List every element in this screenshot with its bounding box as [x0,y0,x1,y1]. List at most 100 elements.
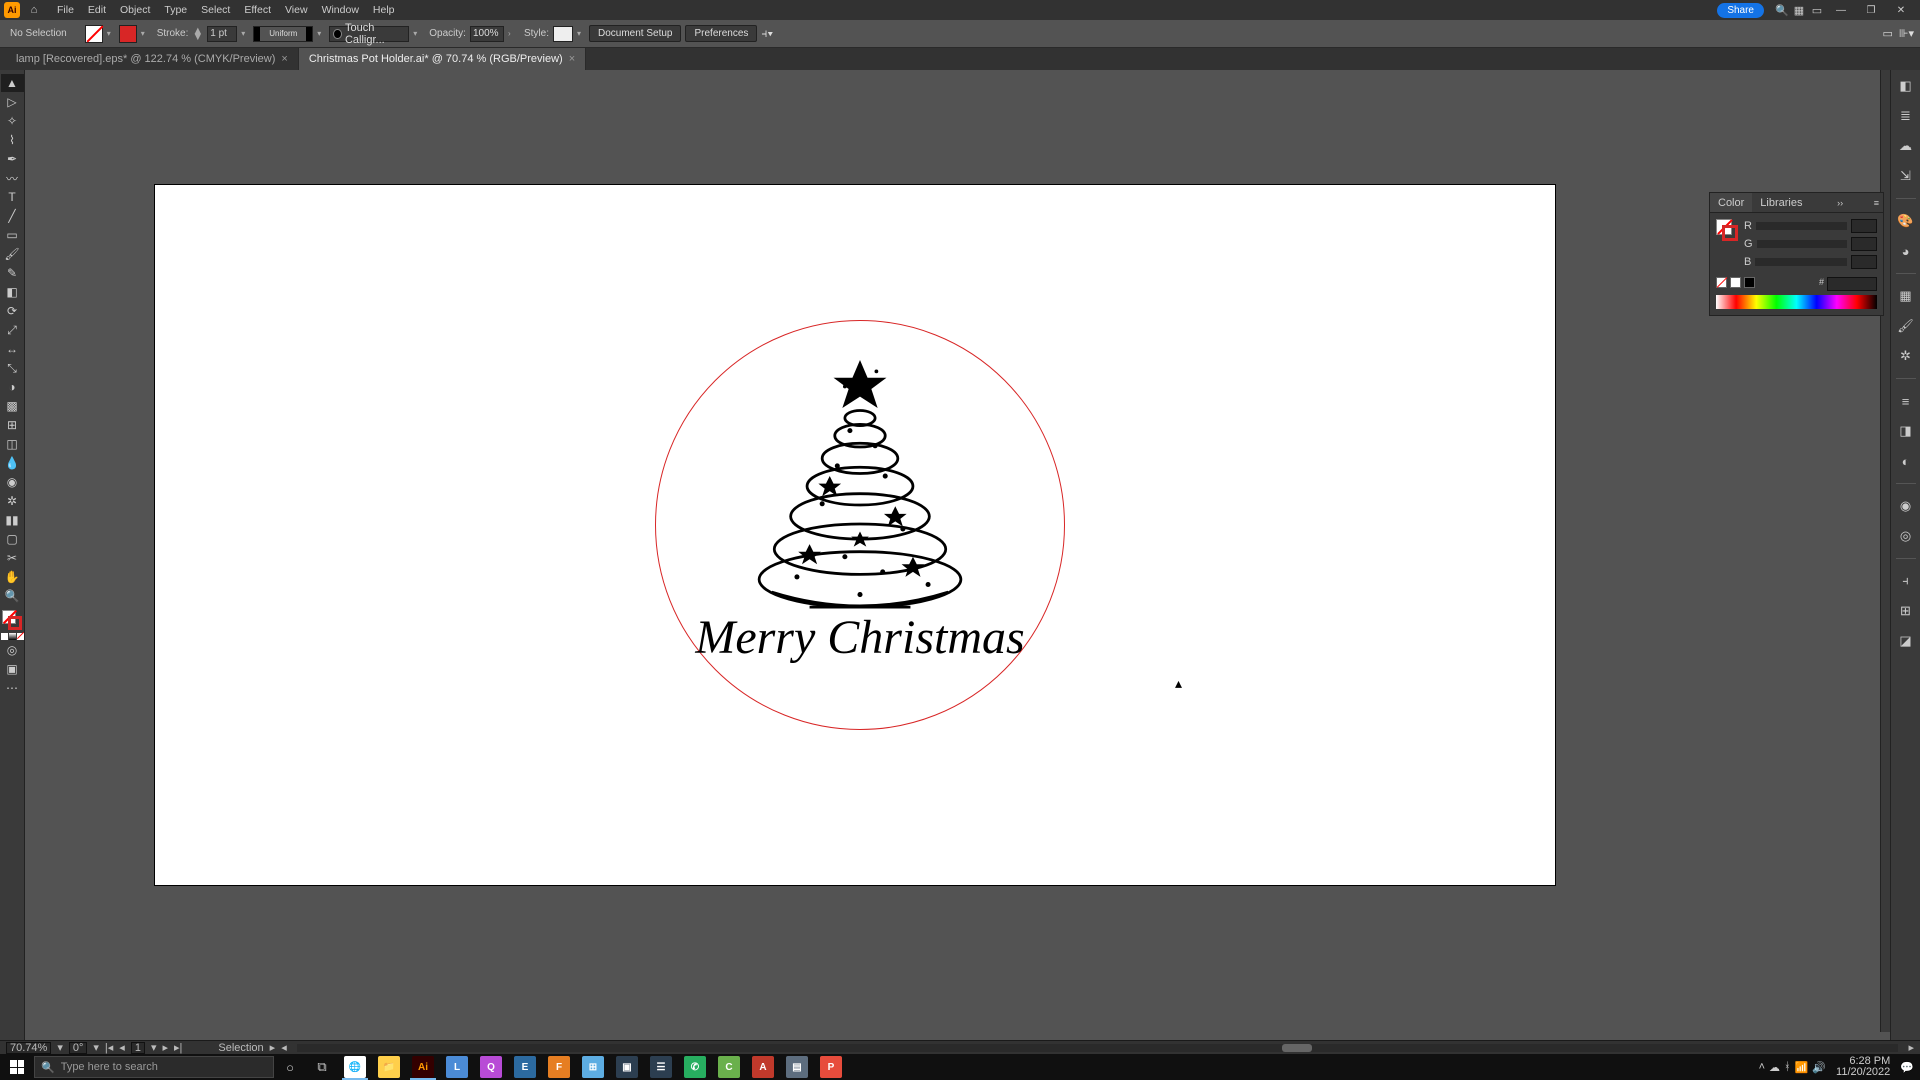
rotation-dropdown-icon[interactable]: ▾ [93,1041,99,1054]
horizontal-scrollbar[interactable] [297,1044,1899,1052]
home-icon[interactable]: ⌂ [26,2,42,18]
window-close-icon[interactable]: ✕ [1886,5,1916,16]
screen-mode-icon[interactable]: ▣ [1,660,24,678]
color-mode-row[interactable] [1,633,24,640]
brush-dropdown-icon[interactable]: ▾ [413,29,421,38]
slice-tool[interactable]: ✂ [1,549,24,567]
zoom-level-input[interactable]: 70.74% [6,1042,51,1054]
taskbar-app[interactable]: ▣ [610,1054,644,1080]
align-panel-icon[interactable]: ⫞ [1896,571,1916,591]
magic-wand-tool[interactable]: ✧ [1,112,24,130]
document-tab[interactable]: lamp [Recovered].eps* @ 122.74 % (CMYK/P… [6,48,299,70]
panel-fill-stroke-indicator[interactable] [1716,219,1738,241]
symbol-sprayer-tool[interactable]: ✲ [1,492,24,510]
line-segment-tool[interactable]: ╱ [1,207,24,225]
color-panel-icon[interactable]: 🎨 [1896,211,1916,231]
panel-menu-icon[interactable]: ≡ [1870,198,1883,208]
taskbar-app-explorer[interactable]: 📁 [372,1054,406,1080]
eyedropper-tool[interactable]: 💧 [1,454,24,472]
layers-panel-icon[interactable]: ≣ [1896,106,1916,126]
hscroll-left-icon[interactable]: ◂ [281,1041,287,1054]
taskbar-app[interactable]: ▤ [780,1054,814,1080]
symbols-panel-icon[interactable]: ✲ [1896,346,1916,366]
b-value-input[interactable] [1851,255,1877,269]
cortana-icon[interactable]: ○ [274,1054,306,1080]
menu-object[interactable]: Object [113,4,157,16]
r-value-input[interactable] [1851,219,1877,233]
task-view-icon[interactable]: ⧉ [306,1054,338,1080]
search-icon[interactable]: 🔍 [1772,4,1790,17]
curvature-tool[interactable]: 〰 [1,169,24,187]
taskbar-app[interactable]: ⊞ [576,1054,610,1080]
tray-volume-icon[interactable]: 🔊 [1812,1061,1826,1074]
rectangle-tool[interactable]: ▭ [1,226,24,244]
eraser-tool[interactable]: ◧ [1,283,24,301]
g-slider[interactable] [1757,240,1847,248]
artboard-first-icon[interactable]: |◂ [105,1041,113,1054]
taskbar-app[interactable]: L [440,1054,474,1080]
lasso-tool[interactable]: ⌇ [1,131,24,149]
gradient-panel-icon[interactable]: ◨ [1896,421,1916,441]
zoom-dropdown-icon[interactable]: ▾ [57,1041,63,1054]
taskbar-app[interactable]: C [712,1054,746,1080]
zoom-tool[interactable]: 🔍 [1,587,24,605]
tray-overflow-icon[interactable]: ˄ [1759,1061,1765,1073]
status-menu-icon[interactable]: ▸ [270,1041,276,1054]
workspace-switcher-icon[interactable]: ▭ [1808,4,1826,17]
tab-close-icon[interactable]: × [569,53,575,65]
document-setup-button[interactable]: Document Setup [589,25,682,42]
style-dropdown-icon[interactable]: ▾ [577,29,585,38]
none-swatch-icon[interactable] [1716,277,1727,288]
taskbar-app[interactable]: Q [474,1054,508,1080]
asset-export-panel-icon[interactable]: ⇲ [1896,166,1916,186]
hand-tool[interactable]: ✋ [1,568,24,586]
shape-builder-tool[interactable]: ◑ [1,378,24,396]
artboard-prev-icon[interactable]: ◂ [119,1041,125,1054]
preferences-button[interactable]: Preferences [685,25,757,42]
draw-mode-icon[interactable]: ◎ [1,641,24,659]
document-tab[interactable]: Christmas Pot Holder.ai* @ 70.74 % (RGB/… [299,48,586,70]
taskbar-app[interactable]: P [814,1054,848,1080]
taskbar-app[interactable]: ☰ [644,1054,678,1080]
scale-tool[interactable]: ⤢ [1,321,24,339]
tray-notifications-icon[interactable]: 💬 [1900,1061,1914,1074]
opacity-input[interactable]: 100% [470,26,504,42]
menu-type[interactable]: Type [157,4,194,16]
menu-help[interactable]: Help [366,4,402,16]
color-panel-tab-color[interactable]: Color [1710,193,1752,212]
b-slider[interactable] [1755,258,1847,266]
artboard-number-input[interactable]: 1 [131,1042,145,1054]
controlbar-menu-icon[interactable]: ⊪▾ [1899,27,1914,40]
merry-christmas-text[interactable]: Merry Christmas [685,610,1035,665]
brush-definition[interactable]: Touch Calligr... [329,26,409,42]
brushes-panel-icon[interactable]: 🖌 [1896,316,1916,336]
selection-tool[interactable]: ▲ [1,74,24,92]
color-spectrum[interactable] [1716,295,1877,309]
column-graph-tool[interactable]: ▮▮ [1,511,24,529]
appearance-panel-icon[interactable]: ◉ [1896,496,1916,516]
transform-panel-icon[interactable]: ⊞ [1896,601,1916,621]
mesh-tool[interactable]: ⊞ [1,416,24,434]
hscroll-right-icon[interactable]: ▸ [1908,1041,1914,1054]
black-swatch-icon[interactable] [1730,277,1741,288]
artboard-tool[interactable]: ▢ [1,530,24,548]
gradient-tool[interactable]: ◫ [1,435,24,453]
direct-selection-tool[interactable]: ▷ [1,93,24,111]
color-guide-panel-icon[interactable]: ◕ [1896,241,1916,261]
arrange-documents-icon[interactable]: ▦ [1790,4,1808,17]
properties-panel-icon[interactable]: ◧ [1896,76,1916,96]
free-transform-tool[interactable]: ⤡ [1,359,24,377]
stroke-weight-dropdown-icon[interactable]: ▾ [241,29,249,38]
shaper-tool[interactable]: ✎ [1,264,24,282]
window-restore-icon[interactable]: ❐ [1856,5,1886,16]
tray-wifi-icon[interactable]: 📶 [1795,1061,1809,1074]
menu-window[interactable]: Window [315,4,366,16]
paintbrush-tool[interactable]: 🖌 [1,245,24,263]
menu-effect[interactable]: Effect [237,4,278,16]
perspective-grid-tool[interactable]: ▩ [1,397,24,415]
canvas-area[interactable]: Merry Christmas ▴ [25,70,1890,1047]
menu-view[interactable]: View [278,4,315,16]
stroke-panel-icon[interactable]: ≡ [1896,391,1916,411]
taskbar-app[interactable]: E [508,1054,542,1080]
graphic-style-swatch[interactable] [553,26,573,42]
